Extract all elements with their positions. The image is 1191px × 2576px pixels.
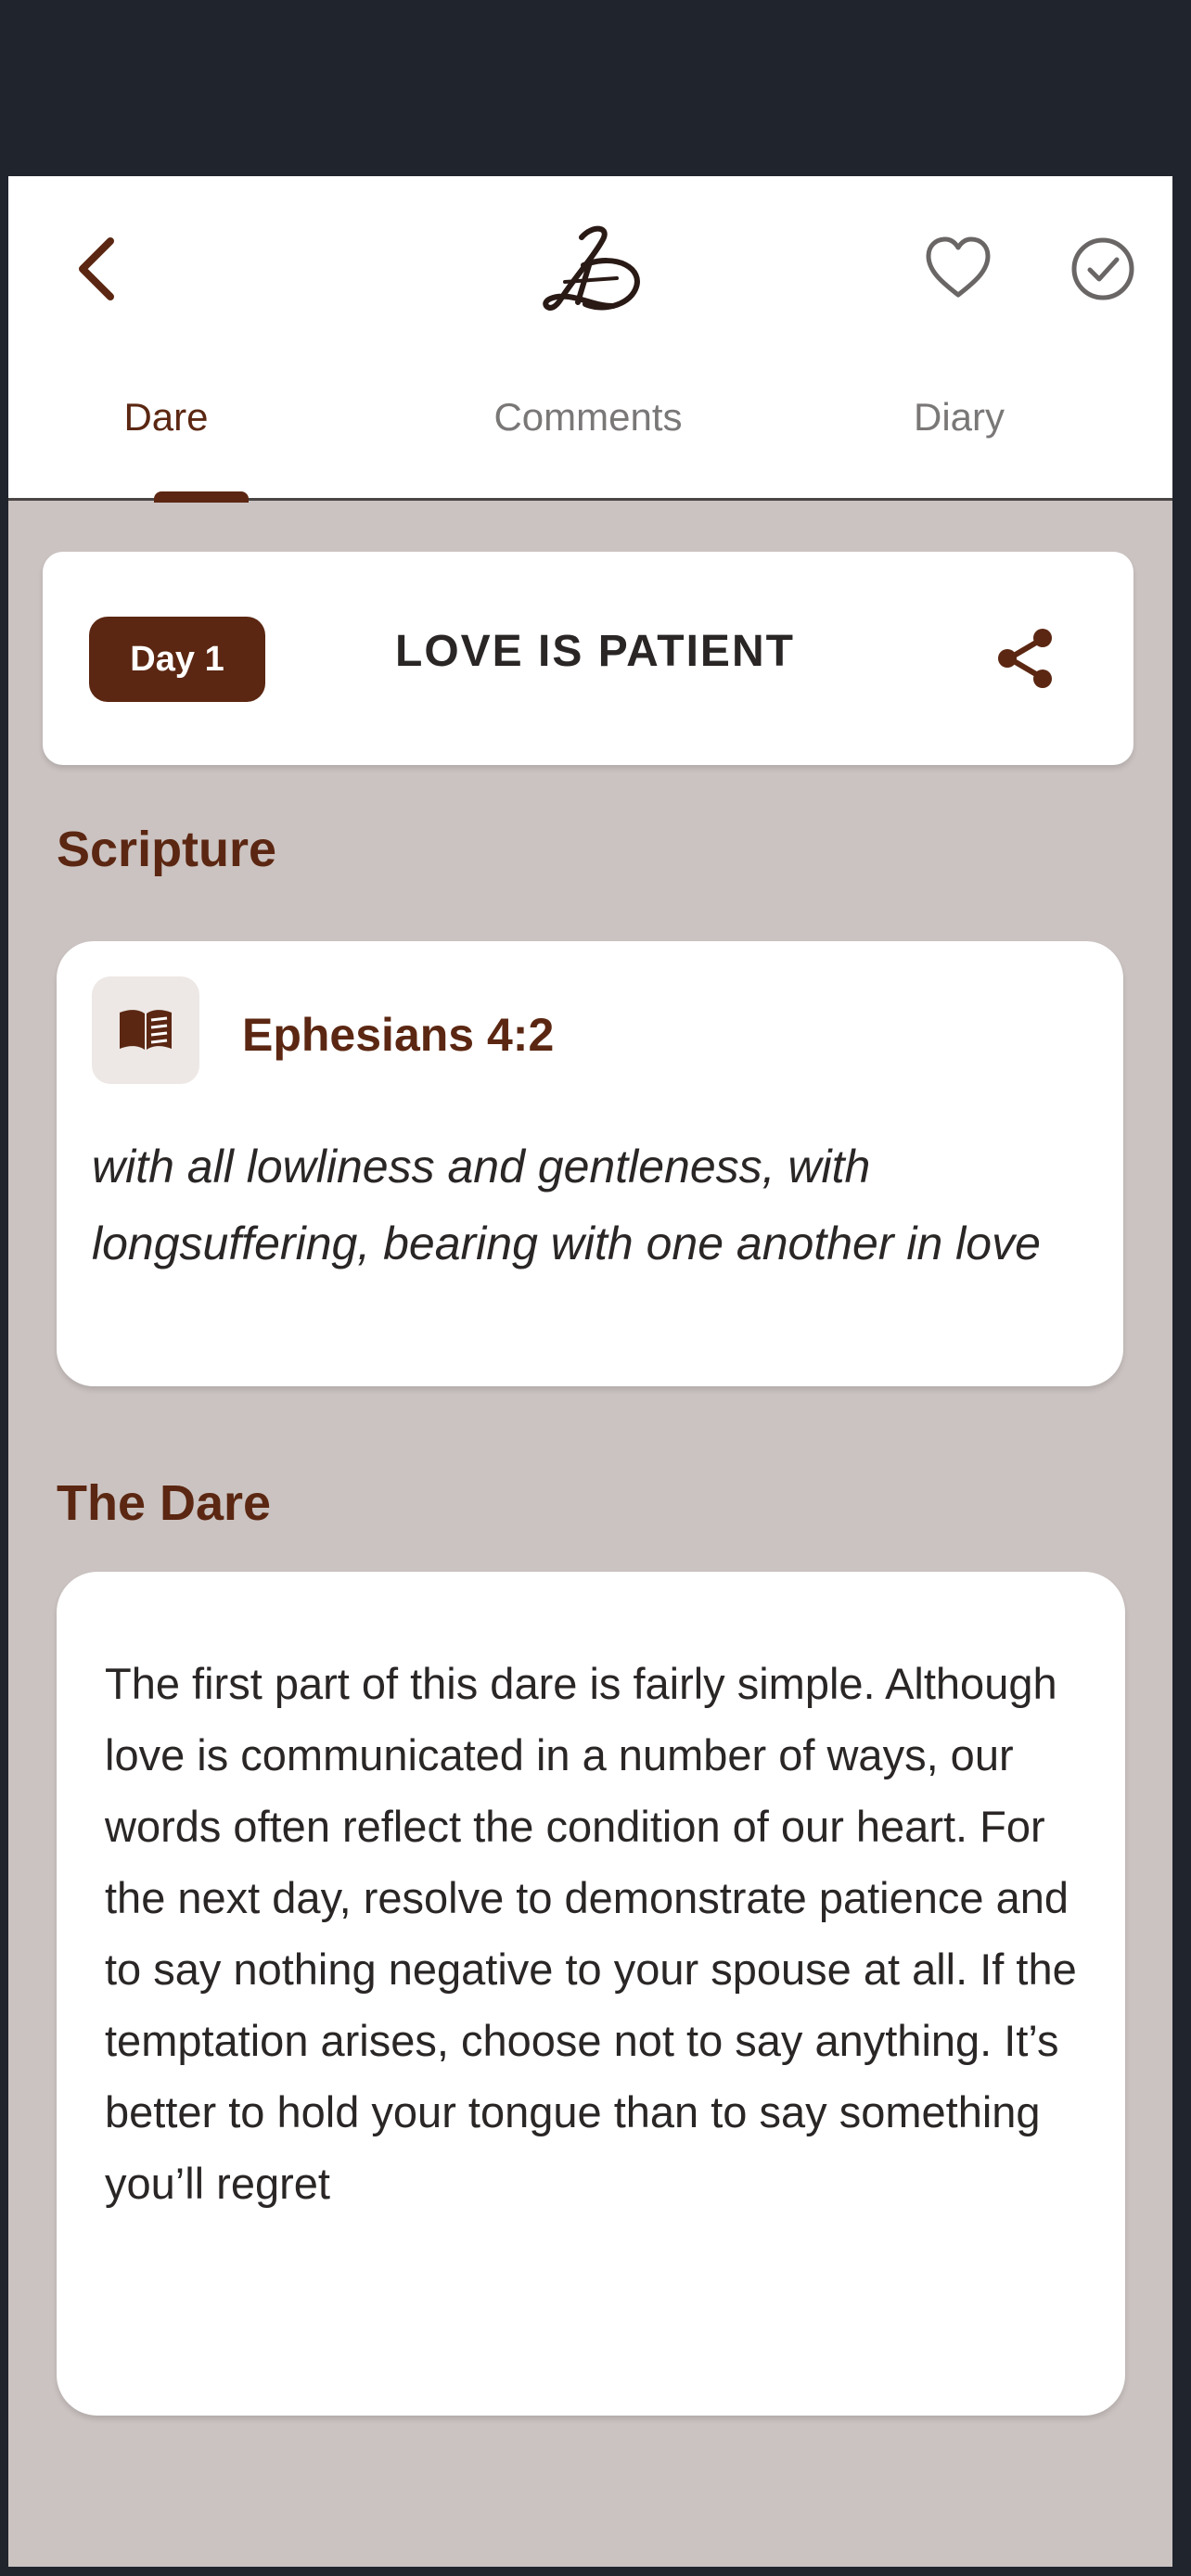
dare-heading: The Dare bbox=[57, 1475, 272, 1531]
back-button[interactable] bbox=[62, 232, 136, 306]
dare-card: The first part of this dare is fairly si… bbox=[57, 1572, 1125, 2416]
share-icon bbox=[998, 629, 1052, 688]
ld-monogram-logo bbox=[528, 221, 658, 323]
tab-comments[interactable]: Comments bbox=[426, 389, 750, 501]
book-icon-box bbox=[92, 976, 199, 1084]
dare-text: The first part of this dare is fairly si… bbox=[105, 1659, 1077, 2208]
day-badge: Day 1 bbox=[89, 617, 265, 702]
share-button[interactable] bbox=[989, 621, 1063, 695]
chevron-left-icon bbox=[79, 237, 114, 300]
open-book-icon bbox=[120, 1010, 172, 1050]
top-bar: Dare Comments Diary bbox=[8, 176, 1172, 501]
tab-diary[interactable]: Diary bbox=[862, 389, 1057, 501]
heart-outline-icon bbox=[926, 236, 991, 298]
scripture-heading: Scripture bbox=[57, 822, 277, 877]
app-screen: Dare Comments Diary Day 1 LOVE IS PATIEN… bbox=[8, 176, 1172, 2567]
scripture-card: Ephesians 4:2 with all lowliness and gen… bbox=[57, 941, 1123, 1386]
scripture-reference: Ephesians 4:2 bbox=[242, 1009, 555, 1061]
dare-title: LOVE IS PATIENT bbox=[395, 627, 795, 676]
tab-bar: Dare Comments Diary bbox=[8, 389, 1172, 501]
day-header-card: Day 1 LOVE IS PATIENT bbox=[43, 552, 1133, 765]
scripture-verse: with all lowliness and gentleness, with … bbox=[92, 1141, 1041, 1269]
active-tab-indicator bbox=[154, 491, 249, 503]
check-circle-icon bbox=[1071, 237, 1134, 300]
favorite-button[interactable] bbox=[923, 234, 993, 304]
tab-dare[interactable]: Dare bbox=[92, 389, 240, 501]
mark-complete-button[interactable] bbox=[1068, 234, 1138, 304]
